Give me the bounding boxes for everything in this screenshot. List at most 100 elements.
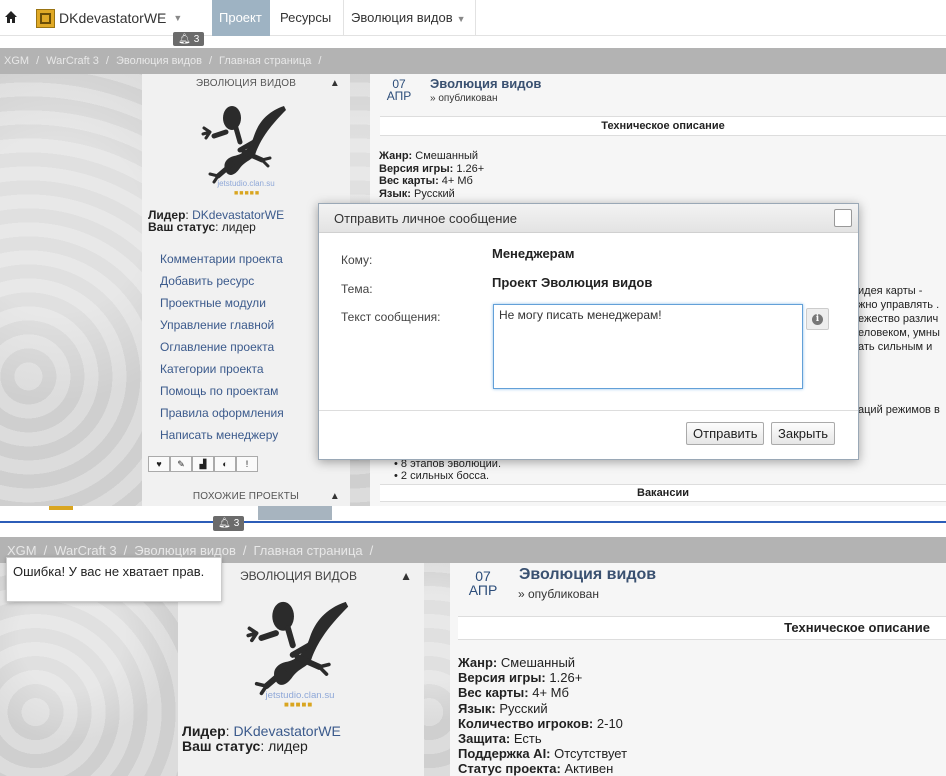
- home-icon[interactable]: [4, 10, 18, 24]
- sidebar-header[interactable]: ЭВОЛЮЦИЯ ВИДОВ ▲: [142, 75, 350, 93]
- menu-help[interactable]: Помощь по проектам: [160, 380, 284, 402]
- menu-comments[interactable]: Комментарии проекта: [160, 248, 284, 270]
- bell-icon: 🔔︎: [178, 33, 191, 45]
- info-row: Версия игры: 1.26+: [379, 163, 484, 176]
- menu-add-resource[interactable]: Добавить ресурс: [160, 270, 284, 292]
- leader-label: Лидер: [182, 723, 226, 739]
- subject-value: Проект Эволюция видов: [492, 275, 653, 290]
- breadcrumb-item[interactable]: Главная страница: [254, 543, 363, 558]
- chevron-down-icon: ▼: [456, 14, 466, 24]
- info-row: Защита: Есть: [458, 731, 627, 746]
- status-line: Ваш статус: лидер: [148, 220, 256, 234]
- post-title[interactable]: Эволюция видов: [430, 76, 541, 91]
- info-button[interactable]: i: [806, 308, 829, 330]
- info-row: Количество игроков: 2-10: [458, 716, 627, 731]
- breadcrumb-item[interactable]: XGM: [4, 55, 29, 67]
- info-value: 4+ Мб: [532, 685, 569, 701]
- chevron-up-icon[interactable]: ▲: [330, 75, 340, 93]
- menu-manage-main[interactable]: Управление главной: [160, 314, 284, 336]
- post-day: 07: [475, 568, 491, 584]
- status-label: Ваш статус: [148, 220, 216, 234]
- menu-project-modules[interactable]: Проектные модули: [160, 292, 284, 314]
- heart-icon[interactable]: ♥: [148, 456, 170, 472]
- close-button[interactable]: Закрыть: [771, 422, 836, 445]
- pencil-icon[interactable]: ✎: [170, 456, 192, 472]
- tech-description-header: Техническое описание: [380, 116, 946, 136]
- breadcrumb-item[interactable]: WarCraft 3: [54, 543, 116, 558]
- info-row: Вес карты: 4+ Мб: [379, 175, 484, 188]
- leader-link[interactable]: DKdevastatorWE: [233, 723, 340, 739]
- vacancies-header: Вакансии: [380, 484, 946, 502]
- shield-icon[interactable]: ◐: [214, 456, 236, 472]
- bell-icon: 🔔︎: [218, 518, 231, 529]
- lizard-logo: jetstudio.clan.su: [246, 601, 349, 701]
- info-row: Язык: Русский: [458, 701, 627, 716]
- close-icon[interactable]: [834, 209, 852, 227]
- tech-description-header: Техническое описание: [458, 616, 946, 640]
- notification-count: 3: [193, 33, 200, 45]
- breadcrumb-item[interactable]: Главная страница: [219, 55, 311, 67]
- tech-info-list: Жанр: Смешанный Версия игры: 1.26+ Вес к…: [379, 150, 484, 200]
- breadcrumb-item[interactable]: Эволюция видов: [134, 543, 236, 558]
- info-row: Версия игры: 1.26+: [458, 670, 627, 685]
- description-line: идея карты -: [858, 285, 923, 297]
- breadcrumb-item[interactable]: XGM: [7, 543, 37, 558]
- sidebar-title: ЭВОЛЮЦИЯ ВИДОВ: [240, 569, 358, 583]
- user-avatar: [36, 8, 55, 28]
- user-menu[interactable]: DKdevastatorWE ▼: [36, 7, 182, 29]
- info-row: Язык: Русский: [379, 188, 484, 201]
- post-date: 07 АПР: [386, 78, 412, 102]
- nav-project[interactable]: Проект: [212, 0, 270, 36]
- description-line: жно управлять .: [858, 299, 940, 311]
- menu-contents[interactable]: Оглавление проекта: [160, 336, 284, 358]
- stats-icon[interactable]: ▟: [192, 456, 214, 472]
- subject-label: Тема:: [341, 282, 373, 296]
- tech-info-list: Жанр: Смешанный Версия игры: 1.26+ Вес к…: [458, 655, 627, 776]
- breadcrumb-item[interactable]: WarCraft 3: [46, 55, 99, 67]
- alert-icon[interactable]: !: [236, 456, 258, 472]
- info-key: Язык:: [379, 187, 411, 200]
- status-value: лидер: [221, 220, 256, 234]
- user-name: DKdevastatorWE: [59, 10, 167, 26]
- nav-evolution-label: Эволюция видов: [351, 10, 453, 25]
- logo-caption: jetstudio.clan.su: [216, 179, 274, 188]
- post-date: 07 АПР: [468, 569, 498, 597]
- status-value: лидер: [268, 738, 308, 754]
- nav-fragment: [258, 506, 332, 520]
- nav-evolution-dropdown[interactable]: Эволюция видов ▼: [343, 0, 476, 36]
- nav-resources[interactable]: Ресурсы: [273, 0, 338, 36]
- menu-rules[interactable]: Правила оформления: [160, 402, 284, 424]
- post-title[interactable]: Эволюция видов: [519, 566, 656, 584]
- breadcrumb: XGM / WarCraft 3/ Эволюция видов / Главная…: [0, 48, 946, 74]
- post-month: АПР: [386, 89, 412, 103]
- menu-categories[interactable]: Категории проекта: [160, 358, 284, 380]
- list-item: • 2 сильных босса.: [394, 470, 490, 482]
- error-tooltip: Ошибка! У вас не хватает прав.: [6, 557, 222, 602]
- rating-stars: ■■■■■: [234, 190, 261, 197]
- info-value: 1.26+: [549, 670, 583, 686]
- info-key: Вес карты:: [379, 175, 439, 187]
- description-line: еловеком, умны: [858, 327, 940, 339]
- to-value: Менеджерам: [492, 246, 575, 261]
- send-button[interactable]: Отправить: [686, 422, 765, 445]
- menu-write-manager[interactable]: Написать менеджеру: [160, 424, 284, 446]
- chevron-up-icon[interactable]: ▲: [330, 488, 340, 506]
- message-label: Текст сообщения:: [341, 310, 441, 324]
- chevron-down-icon: ▼: [173, 13, 183, 23]
- similar-projects-header[interactable]: ПОХОЖИЕ ПРОЕКТЫ ▲: [142, 488, 350, 506]
- post-status: » опубликован: [430, 93, 498, 104]
- message-textarea[interactable]: Не могу писать менеджерам!: [493, 304, 803, 389]
- avatar-fragment: [49, 506, 73, 510]
- breadcrumb-item[interactable]: Эволюция видов: [116, 55, 202, 67]
- info-value: Смешанный: [500, 655, 576, 670]
- info-icon: i: [812, 313, 823, 325]
- notification-badge[interactable]: 🔔︎ 3: [173, 32, 205, 46]
- notification-badge[interactable]: 🔔︎ 3: [213, 516, 245, 531]
- post-status: » опубликован: [518, 587, 599, 601]
- info-row: Статус проекта: Активен: [458, 761, 627, 776]
- dialog-divider: [319, 410, 858, 411]
- leader-block: Лидер: DKdevastatorWE Ваш статус: лидер: [182, 724, 341, 754]
- background-pattern: [424, 563, 450, 776]
- dialog-title: Отправить личное сообщение: [334, 211, 517, 226]
- chevron-up-icon[interactable]: ▲: [400, 563, 412, 589]
